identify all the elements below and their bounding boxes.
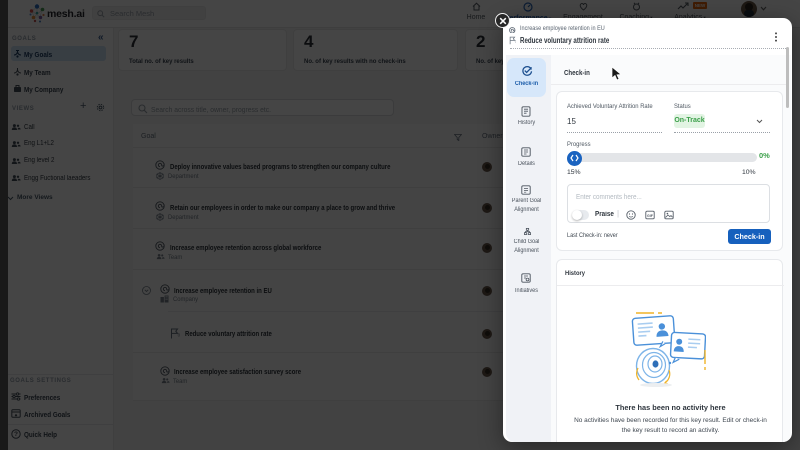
svg-text:0: 0	[514, 40, 516, 44]
svg-text:GIF: GIF	[647, 214, 654, 218]
